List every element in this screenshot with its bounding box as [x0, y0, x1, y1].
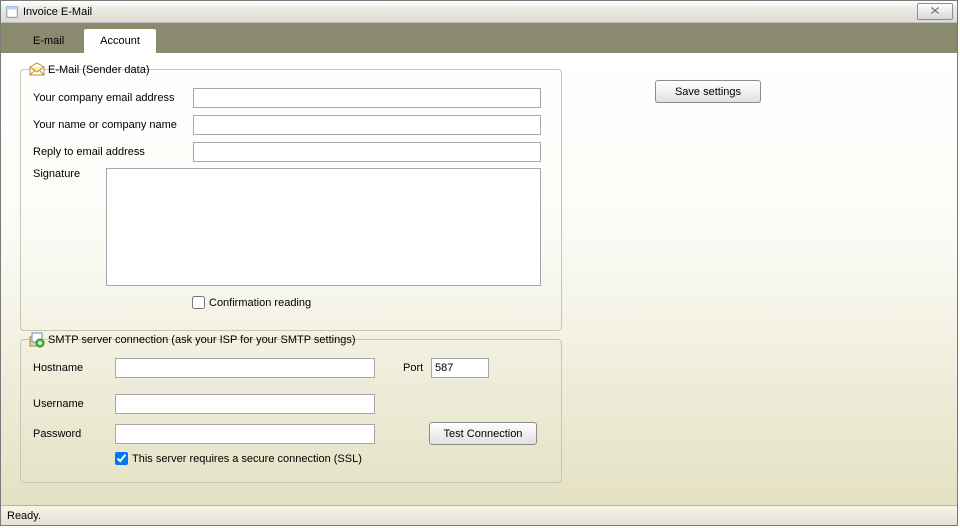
content-area: E-Mail (Sender data) Your company email … [1, 53, 957, 505]
company-email-label: Your company email address [33, 92, 193, 104]
reply-to-label: Reply to email address [33, 146, 193, 158]
window: Invoice E-Mail E-mail Account E-Mail (Se… [0, 0, 958, 526]
tab-account-label: Account [100, 35, 140, 47]
signature-label: Signature [33, 168, 106, 180]
confirmation-reading-checkbox[interactable] [192, 296, 205, 309]
password-label: Password [33, 428, 115, 440]
server-icon [29, 332, 45, 348]
app-icon [5, 5, 19, 19]
test-connection-button[interactable]: Test Connection [429, 422, 537, 445]
tab-email[interactable]: E-mail [16, 29, 81, 52]
reply-to-input[interactable] [193, 142, 541, 162]
group-sender-legend: E-Mail (Sender data) [48, 64, 150, 76]
close-icon [929, 6, 941, 18]
ssl-checkbox[interactable] [115, 452, 128, 465]
company-name-label: Your name or company name [33, 119, 193, 131]
hostname-label: Hostname [33, 362, 115, 374]
port-label: Port [403, 362, 431, 374]
password-input[interactable] [115, 424, 375, 444]
status-text: Ready. [7, 510, 41, 522]
titlebar: Invoice E-Mail [1, 1, 957, 23]
group-smtp: SMTP server connection (ask your ISP for… [20, 339, 562, 483]
tab-account[interactable]: Account [83, 28, 157, 53]
ssl-label: This server requires a secure connection… [132, 453, 362, 465]
group-sender-data: E-Mail (Sender data) Your company email … [20, 69, 562, 331]
status-bar: Ready. [1, 505, 957, 525]
close-button[interactable] [917, 3, 953, 20]
username-label: Username [33, 398, 115, 410]
tabs: E-mail Account [1, 23, 957, 53]
hostname-input[interactable] [115, 358, 375, 378]
save-settings-button[interactable]: Save settings [655, 80, 761, 103]
mail-icon [29, 62, 45, 78]
group-smtp-legend: SMTP server connection (ask your ISP for… [48, 334, 356, 346]
company-name-input[interactable] [193, 115, 541, 135]
confirmation-reading-label: Confirmation reading [209, 297, 311, 309]
port-input[interactable] [431, 358, 489, 378]
company-email-input[interactable] [193, 88, 541, 108]
signature-input[interactable] [106, 168, 541, 286]
tab-email-label: E-mail [33, 35, 64, 47]
username-input[interactable] [115, 394, 375, 414]
window-title: Invoice E-Mail [23, 6, 92, 18]
